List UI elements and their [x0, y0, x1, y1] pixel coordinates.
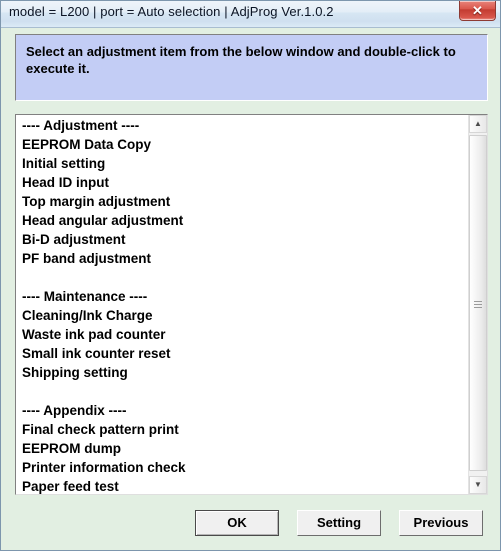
instruction-panel: Select an adjustment item from the below…: [15, 34, 488, 101]
list-item[interactable]: EEPROM dump: [22, 439, 468, 458]
setting-button[interactable]: Setting: [297, 510, 381, 536]
list-item[interactable]: ---- Maintenance ----: [22, 287, 468, 306]
scrollbar-thumb[interactable]: [469, 135, 487, 471]
list-item[interactable]: Final check pattern print: [22, 420, 468, 439]
close-button[interactable]: ✕: [459, 1, 496, 21]
scrollbar-grip-icon: [470, 299, 486, 310]
list-item[interactable]: Waste ink pad counter: [22, 325, 468, 344]
chevron-down-icon: ▼: [474, 480, 482, 489]
window-title: model = L200 | port = Auto selection | A…: [9, 4, 334, 19]
list-item[interactable]: Printer information check: [22, 458, 468, 477]
chevron-up-icon: ▲: [474, 119, 482, 128]
scroll-up-button[interactable]: ▲: [469, 115, 487, 133]
list-item: [22, 268, 468, 287]
adjustment-item-list: ---- Adjustment ---- EEPROM Data Copy Init…: [16, 115, 468, 494]
list-item[interactable]: Cleaning/Ink Charge: [22, 306, 468, 325]
list-item[interactable]: EEPROM Data Copy: [22, 135, 468, 154]
scroll-down-button[interactable]: ▼: [469, 476, 487, 494]
list-scrollbar[interactable]: ▲ ▼: [468, 115, 487, 494]
adjprog-window: model = L200 | port = Auto selection | A…: [0, 0, 501, 551]
ok-button[interactable]: OK: [195, 510, 279, 536]
list-item[interactable]: Paper feed test: [22, 477, 468, 494]
list-item[interactable]: Head angular adjustment: [22, 211, 468, 230]
list-item[interactable]: Small ink counter reset: [22, 344, 468, 363]
list-item[interactable]: PF band adjustment: [22, 249, 468, 268]
list-item[interactable]: Initial setting: [22, 154, 468, 173]
list-item[interactable]: ---- Adjustment ----: [22, 116, 468, 135]
previous-button[interactable]: Previous: [399, 510, 483, 536]
list-item[interactable]: Shipping setting: [22, 363, 468, 382]
title-bar: model = L200 | port = Auto selection | A…: [1, 1, 500, 28]
list-item: [22, 382, 468, 401]
adjustment-item-listbox[interactable]: ---- Adjustment ---- EEPROM Data Copy Init…: [15, 114, 488, 495]
instruction-text: Select an adjustment item from the below…: [26, 44, 456, 76]
close-icon: ✕: [472, 3, 483, 18]
list-item[interactable]: Top margin adjustment: [22, 192, 468, 211]
list-item[interactable]: Bi-D adjustment: [22, 230, 468, 249]
list-item[interactable]: ---- Appendix ----: [22, 401, 468, 420]
list-item[interactable]: Head ID input: [22, 173, 468, 192]
